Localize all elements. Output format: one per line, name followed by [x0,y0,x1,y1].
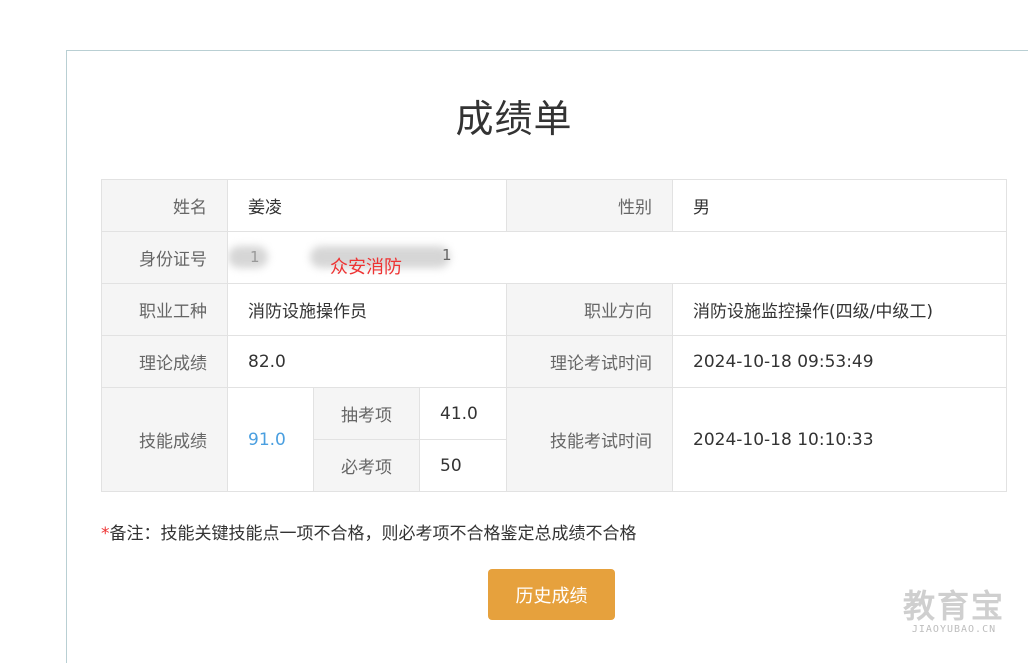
history-scores-button[interactable]: 历史成绩 [488,569,615,620]
sample-item-value: 41.0 [418,387,508,440]
theory-time-label: 理论考试时间 [506,335,674,388]
required-item-value: 50 [418,439,508,492]
logo-text: 教育宝 [902,587,1005,625]
required-item-label: 必考项 [313,439,420,492]
id-fragment: 1 [250,248,260,266]
skill-score-value: 91.0 [227,387,314,492]
remark-text: 备注：技能关键技能点一项不合格，则必考项不合格鉴定总成绩不合格 [109,524,637,544]
score-table: 姓名 姜凌 性别 男 身份证号 1 1 众安消防 职业工种 消防设施操作员 职业… [101,179,1008,492]
skill-time-value: 2024-10-18 10:10:33 [672,387,1008,492]
required-star: * [101,524,110,544]
table-row: 技能成绩 91.0 抽考项 41.0 技能考试时间 2024-10-18 10:… [101,387,1008,492]
job-type-value: 消防设施操作员 [226,283,508,336]
job-direction-value: 消防设施监控操作(四级/中级工) [672,283,1008,336]
table-row: 姓名 姜凌 性别 男 [101,179,1008,232]
theory-score-value: 82.0 [226,335,508,388]
sample-item-label: 抽考项 [313,387,420,440]
gender-label: 性别 [506,179,674,232]
name-value: 姜凌 [226,179,508,232]
redaction-blur [228,246,268,268]
id-number-label: 身份证号 [101,231,228,284]
table-row: 身份证号 1 1 众安消防 [101,231,1008,284]
skill-score-label: 技能成绩 [101,387,228,492]
theory-time-value: 2024-10-18 09:53:49 [672,335,1008,388]
table-row: 职业工种 消防设施操作员 职业方向 消防设施监控操作(四级/中级工) [101,283,1008,336]
table-row: 理论成绩 82.0 理论考试时间 2024-10-18 09:53:49 [101,335,1008,388]
remark-note: *备注：技能关键技能点一项不合格，则必考项不合格鉴定总成绩不合格 [101,519,637,544]
site-logo: 教育宝 JIAOYUBAO.CN [898,588,1010,635]
id-fragment: 1 [442,246,452,264]
job-type-label: 职业工种 [101,283,228,336]
job-direction-label: 职业方向 [506,283,674,336]
page-title: 成绩单 [455,97,573,141]
name-label: 姓名 [101,179,228,232]
theory-score-label: 理论成绩 [101,335,228,388]
logo-subtext: JIAOYUBAO.CN [911,624,997,635]
gender-value: 男 [672,179,1008,232]
watermark-text: 众安消防 [330,257,402,278]
skill-time-label: 技能考试时间 [506,387,674,492]
id-number-value: 1 1 众安消防 [226,231,1008,284]
